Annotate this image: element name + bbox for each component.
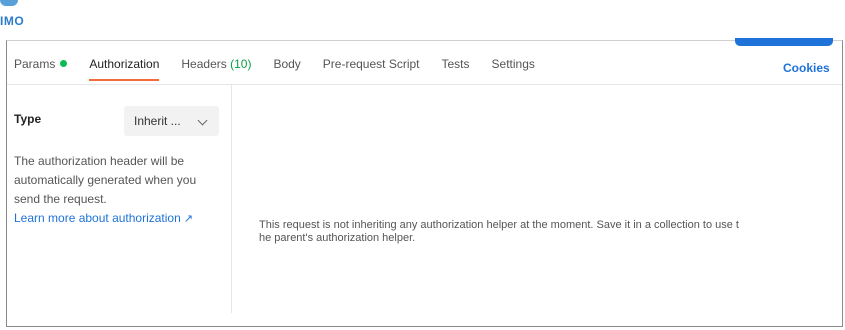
tab-label: Tests [441,57,470,71]
description-line: The authorization header will be [14,154,185,168]
auth-type-select[interactable]: Inherit ... [124,106,219,136]
learn-more-label: Learn more about authorization [14,211,181,225]
message-line: This request is not inheriting any autho… [259,219,739,231]
description-line: send the request. [14,192,107,206]
tab-label: Pre-request Script [322,57,420,71]
tab-headers[interactable]: Headers (10) [170,57,262,71]
auth-type-label: Type [14,112,42,126]
description-line: automatically generated when you [14,173,197,187]
tab-label: Headers [181,57,227,71]
tab-authorization[interactable]: Authorization [78,57,170,81]
active-tab-underline [89,79,160,81]
tab-label: Authorization [89,57,160,71]
message-line: he parent's authorization helper. [259,232,416,244]
cookies-link[interactable]: Cookies [783,61,830,75]
logo-icon [0,0,18,6]
logo-text: IMO [0,14,25,28]
external-link-arrow-icon: ↗ [183,213,193,225]
tab-params[interactable]: Params [6,57,78,71]
learn-more-link[interactable]: Learn more about authorization ↗ [14,209,193,229]
tab-settings[interactable]: Settings [481,57,546,71]
top-strip: IMO [0,0,845,40]
tab-label: Settings [491,57,535,71]
chevron-down-icon [197,115,208,126]
tab-tests[interactable]: Tests [431,57,481,71]
request-tabs: Params Authorization Headers (10) Body P… [6,57,546,81]
tab-label: Body [273,57,301,71]
tab-body[interactable]: Body [262,57,311,71]
headers-count: (10) [230,57,252,71]
send-button[interactable] [735,38,833,46]
params-status-dot [60,60,68,67]
auth-inherit-message: This request is not inheriting any autho… [259,219,819,245]
auth-type-value: Inherit ... [134,114,181,128]
pane-divider [231,85,232,313]
auth-description: The authorization header will be automat… [14,152,224,209]
tab-label: Params [14,57,56,71]
tabs-divider [7,84,842,85]
tab-pre-request-script[interactable]: Pre-request Script [312,57,431,71]
